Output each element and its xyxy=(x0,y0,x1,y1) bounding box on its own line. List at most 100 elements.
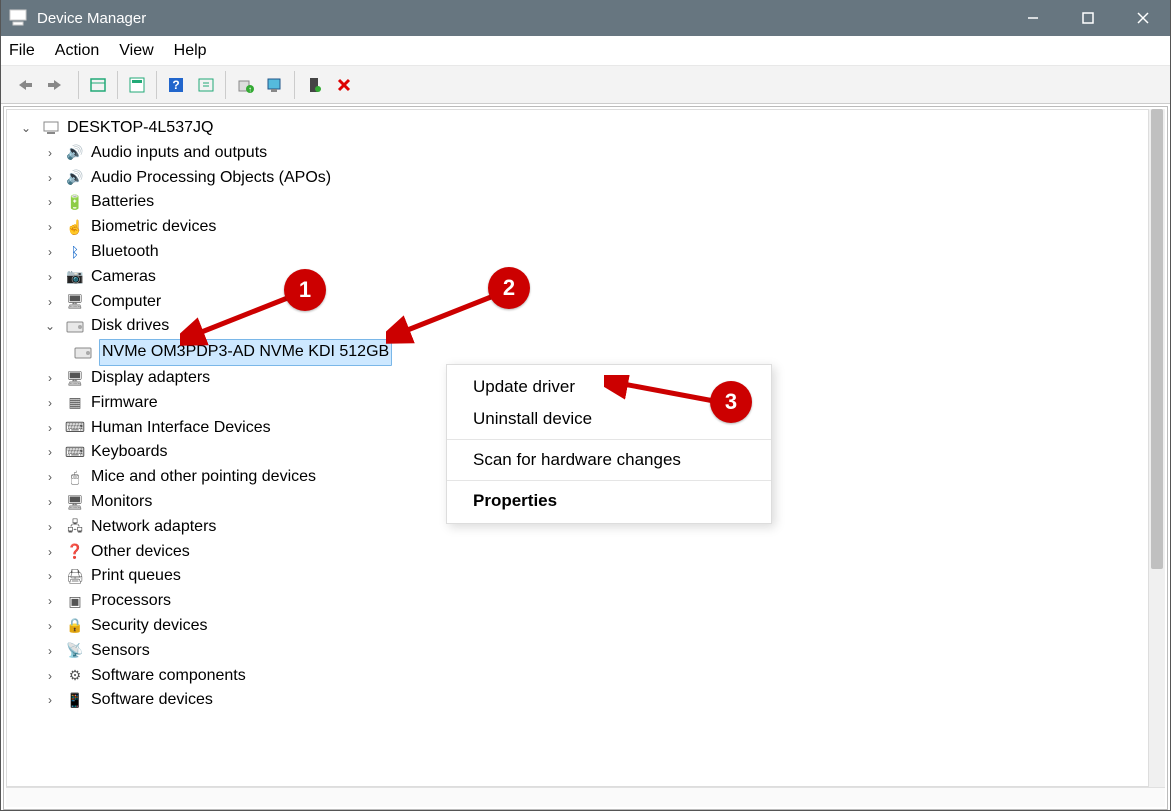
tree-item-bluetooth[interactable]: ›ᛒBluetooth xyxy=(11,240,1144,265)
back-icon[interactable] xyxy=(11,71,39,99)
tree-item-disk-drives[interactable]: ⌄Disk drives xyxy=(11,314,1144,339)
tree-item-computer[interactable]: ›🖥Computer xyxy=(11,290,1144,315)
chip-icon: ▦ xyxy=(65,392,85,414)
menu-action[interactable]: Action xyxy=(55,42,99,60)
enable-icon[interactable] xyxy=(300,71,328,99)
tree-item-audio-io[interactable]: ›🔊Audio inputs and outputs xyxy=(11,141,1144,166)
lock-icon: 🔒 xyxy=(65,615,85,637)
chevron-right-icon[interactable]: › xyxy=(41,443,59,462)
bluetooth-icon: ᛒ xyxy=(65,242,85,264)
forward-icon[interactable] xyxy=(41,71,69,99)
chevron-right-icon[interactable]: › xyxy=(41,193,59,212)
keyboard-icon: ⌨ xyxy=(65,442,85,464)
window-title: Device Manager xyxy=(37,10,1005,27)
ctx-properties[interactable]: Properties xyxy=(447,485,771,517)
tree-item-cameras[interactable]: ›📷Cameras xyxy=(11,265,1144,290)
chevron-down-icon[interactable]: ⌄ xyxy=(17,119,35,138)
chevron-right-icon[interactable]: › xyxy=(41,691,59,710)
tree-item-biometric[interactable]: ›☝Biometric devices xyxy=(11,215,1144,240)
tree-root[interactable]: ⌄ DESKTOP-4L537JQ xyxy=(11,116,1144,141)
tree-item-sensors[interactable]: ›📡Sensors xyxy=(11,639,1144,664)
chevron-right-icon[interactable]: › xyxy=(41,642,59,661)
vertical-scrollbar[interactable] xyxy=(1149,109,1165,787)
context-separator xyxy=(447,439,771,440)
ctx-scan-hardware[interactable]: Scan for hardware changes xyxy=(447,444,771,476)
component-icon: ⚙ xyxy=(65,665,85,687)
battery-icon: 🔋 xyxy=(65,192,85,214)
chevron-right-icon[interactable]: › xyxy=(41,667,59,686)
chevron-right-icon[interactable]: › xyxy=(41,169,59,188)
remove-icon[interactable] xyxy=(330,71,358,99)
sensor-icon: 📡 xyxy=(65,640,85,662)
update-driver-icon[interactable]: ↑ xyxy=(231,71,259,99)
uninstall-icon[interactable] xyxy=(261,71,289,99)
maximize-button[interactable] xyxy=(1060,0,1115,36)
svg-text:↑: ↑ xyxy=(248,85,252,93)
monitor-icon: 🖥 xyxy=(65,492,85,514)
chevron-right-icon[interactable]: › xyxy=(41,493,59,512)
show-hidden-icon[interactable] xyxy=(84,71,112,99)
network-icon: 🖧 xyxy=(65,516,85,538)
unknown-icon: ❓ xyxy=(65,541,85,563)
chevron-right-icon[interactable]: › xyxy=(41,419,59,438)
tree-item-sw-devices[interactable]: ›📱Software devices xyxy=(11,688,1144,713)
tree-item-batteries[interactable]: ›🔋Batteries xyxy=(11,190,1144,215)
chevron-right-icon[interactable]: › xyxy=(41,468,59,487)
content-area: ⌄ DESKTOP-4L537JQ ›🔊Audio inputs and out… xyxy=(3,106,1168,810)
printer-icon: 🖨 xyxy=(65,566,85,588)
chevron-right-icon[interactable]: › xyxy=(41,567,59,586)
annotation-badge-3: 3 xyxy=(710,381,752,423)
cpu-icon: ▣ xyxy=(65,591,85,613)
status-bar xyxy=(6,787,1165,807)
app-icon xyxy=(9,9,27,27)
camera-icon: 📷 xyxy=(65,266,85,288)
tree-item-audio-apo[interactable]: ›🔊Audio Processing Objects (APOs) xyxy=(11,166,1144,191)
root-label: DESKTOP-4L537JQ xyxy=(67,116,213,141)
tree-item-nvme-disk[interactable]: NVMe OM3PDP3-AD NVMe KDI 512GB xyxy=(11,339,1144,366)
close-button[interactable] xyxy=(1115,0,1170,36)
chevron-right-icon[interactable]: › xyxy=(41,293,59,312)
scan-icon[interactable] xyxy=(192,71,220,99)
chevron-down-icon[interactable]: ⌄ xyxy=(41,317,59,336)
annotation-badge-1: 1 xyxy=(284,269,326,311)
help-icon[interactable]: ? xyxy=(162,71,190,99)
monitor-icon: 🖥 xyxy=(65,291,85,313)
hid-icon: ⌨ xyxy=(65,417,85,439)
mouse-icon: 🖱 xyxy=(65,467,85,489)
chevron-right-icon[interactable]: › xyxy=(41,617,59,636)
chevron-right-icon[interactable]: › xyxy=(41,592,59,611)
chevron-right-icon[interactable]: › xyxy=(41,243,59,262)
titlebar: Device Manager xyxy=(1,0,1170,36)
toolbar: ? ↑ xyxy=(1,66,1170,104)
properties-icon[interactable] xyxy=(123,71,151,99)
minimize-button[interactable] xyxy=(1005,0,1060,36)
tree-item-security[interactable]: ›🔒Security devices xyxy=(11,614,1144,639)
tree-item-sw-components[interactable]: ›⚙Software components xyxy=(11,664,1144,689)
chevron-right-icon[interactable]: › xyxy=(41,369,59,388)
speaker-icon: 🔊 xyxy=(65,142,85,164)
speaker-icon: 🔊 xyxy=(65,167,85,189)
disk-icon xyxy=(73,347,93,359)
fingerprint-icon: ☝ xyxy=(65,217,85,239)
disk-icon xyxy=(65,321,85,333)
svg-text:?: ? xyxy=(172,78,179,92)
chevron-right-icon[interactable]: › xyxy=(41,218,59,237)
computer-icon xyxy=(41,120,61,136)
chevron-right-icon[interactable]: › xyxy=(41,268,59,287)
tree-item-other[interactable]: ›❓Other devices xyxy=(11,540,1144,565)
context-separator xyxy=(447,480,771,481)
chevron-right-icon[interactable]: › xyxy=(41,543,59,562)
menu-view[interactable]: View xyxy=(119,42,153,60)
chevron-right-icon[interactable]: › xyxy=(41,144,59,163)
tree-item-print[interactable]: ›🖨Print queues xyxy=(11,564,1144,589)
tree-item-processors[interactable]: ›▣Processors xyxy=(11,589,1144,614)
menu-file[interactable]: File xyxy=(9,42,35,60)
device-icon: 📱 xyxy=(65,690,85,712)
display-icon: 🖥 xyxy=(65,368,85,390)
scrollbar-thumb[interactable] xyxy=(1151,109,1163,569)
annotation-badge-2: 2 xyxy=(488,267,530,309)
chevron-right-icon[interactable]: › xyxy=(41,394,59,413)
menubar: File Action View Help xyxy=(1,36,1170,66)
menu-help[interactable]: Help xyxy=(174,42,207,60)
chevron-right-icon[interactable]: › xyxy=(41,518,59,537)
